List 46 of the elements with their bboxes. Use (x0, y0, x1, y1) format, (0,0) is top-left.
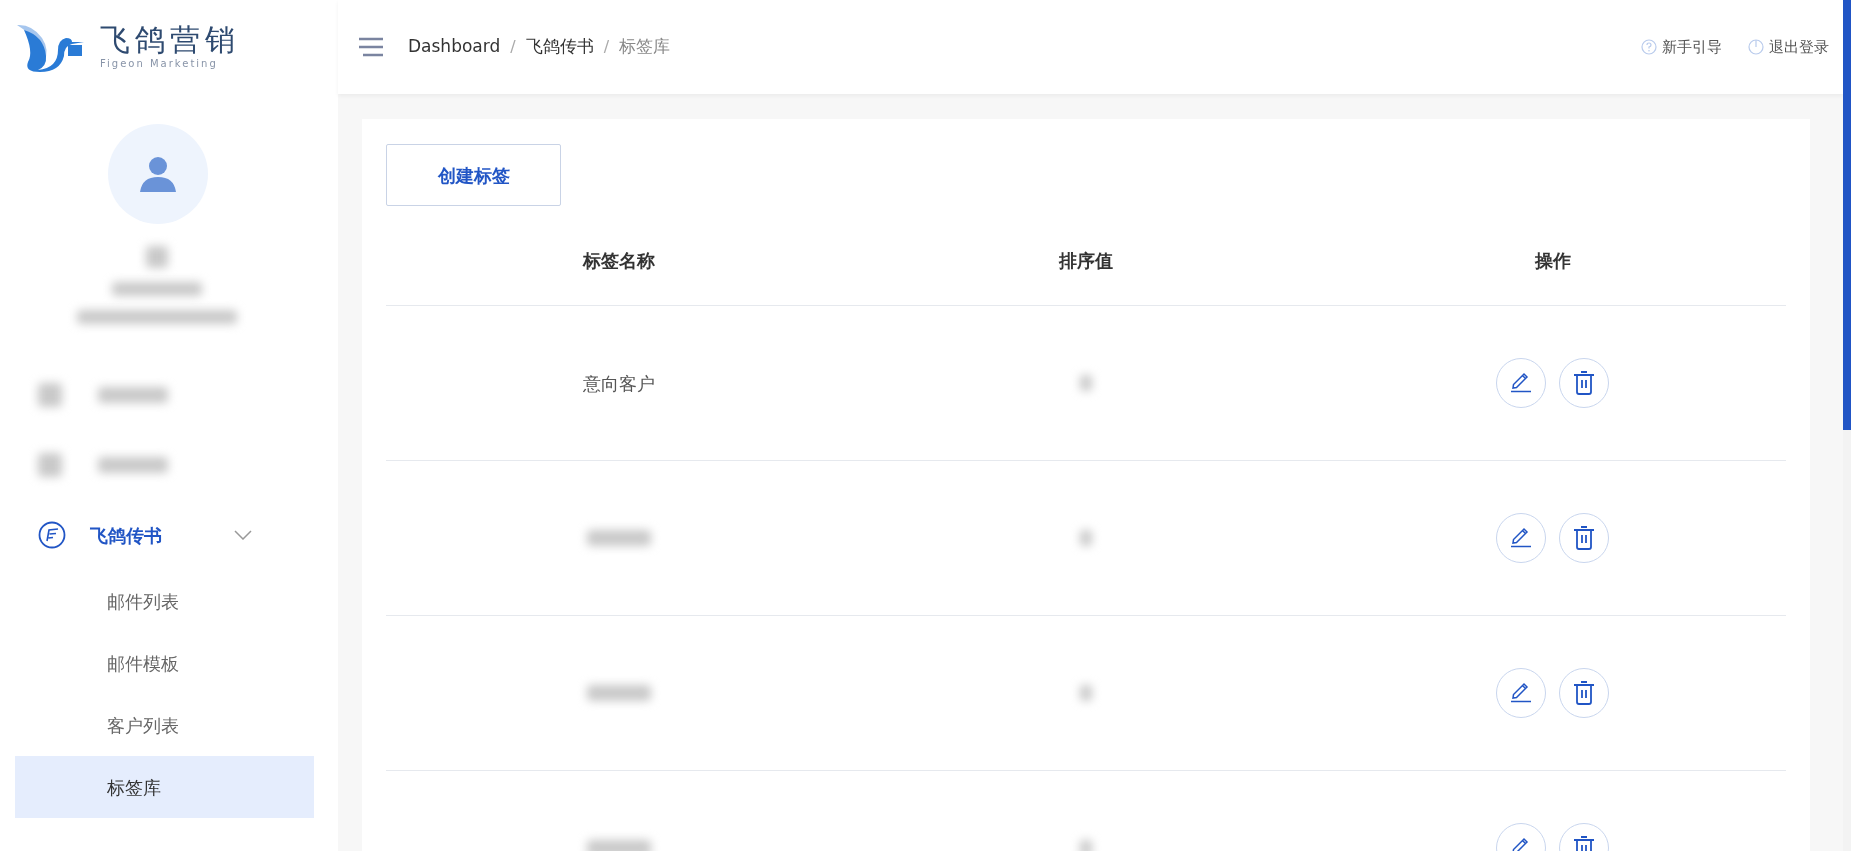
edit-button[interactable] (1496, 513, 1547, 563)
delete-button[interactable] (1559, 358, 1610, 408)
redacted-text (1080, 375, 1092, 391)
pencil-icon (1509, 371, 1534, 395)
redacted-text (587, 530, 652, 546)
sidebar-item[interactable]: 标签库 (15, 756, 314, 818)
help-icon (1641, 39, 1657, 55)
breadcrumb-current: 标签库 (619, 35, 670, 59)
logo-title: 飞鸽营销 (100, 23, 240, 56)
redacted-text (1080, 685, 1092, 701)
breadcrumb-link[interactable]: 飞鸽传书 (525, 34, 594, 60)
logo-subtitle: Figeon Marketing (100, 57, 219, 71)
sidebar-item[interactable]: 邮件模板 (15, 632, 314, 694)
person-icon (139, 155, 177, 193)
delete-button[interactable] (1559, 513, 1610, 563)
redacted-text (587, 685, 652, 701)
edit-button[interactable] (1496, 358, 1547, 408)
sidebar-item[interactable]: 客户列表 (15, 694, 314, 756)
redacted-icon (38, 453, 62, 477)
sidebar-item[interactable]: 邮件列表 (15, 570, 314, 632)
create-tag-button[interactable]: 创建标签 (386, 144, 561, 206)
breadcrumb-link[interactable]: Dashboard (408, 34, 501, 60)
edit-button[interactable] (1496, 668, 1547, 718)
breadcrumb-separator: / (603, 36, 609, 58)
column-header: 排序值 (1059, 249, 1113, 273)
delete-button[interactable] (1559, 668, 1610, 718)
trash-icon (1572, 680, 1597, 706)
redacted-text (98, 457, 168, 473)
trash-icon (1572, 370, 1597, 396)
pencil-icon (1509, 681, 1534, 705)
guide-link[interactable]: 新手引导 (1641, 35, 1722, 59)
column-header: 标签名称 (583, 249, 656, 273)
trash-icon (1572, 525, 1597, 551)
redacted-icon (38, 383, 62, 407)
menu-icon[interactable] (358, 37, 384, 57)
pencil-icon (1509, 526, 1534, 550)
redacted-text (1080, 530, 1092, 546)
logout-link[interactable]: 退出登录 (1748, 35, 1829, 59)
table-cell-text: 意向客户 (583, 371, 656, 396)
breadcrumb-separator: / (510, 36, 516, 58)
power-icon (1748, 39, 1764, 55)
scrollbar-thumb[interactable] (1843, 0, 1851, 430)
redacted-text (146, 246, 168, 268)
nav-group[interactable]: 飞鸽传书 (0, 500, 338, 570)
column-header: 操作 (1534, 249, 1571, 273)
redacted-text (98, 387, 168, 403)
